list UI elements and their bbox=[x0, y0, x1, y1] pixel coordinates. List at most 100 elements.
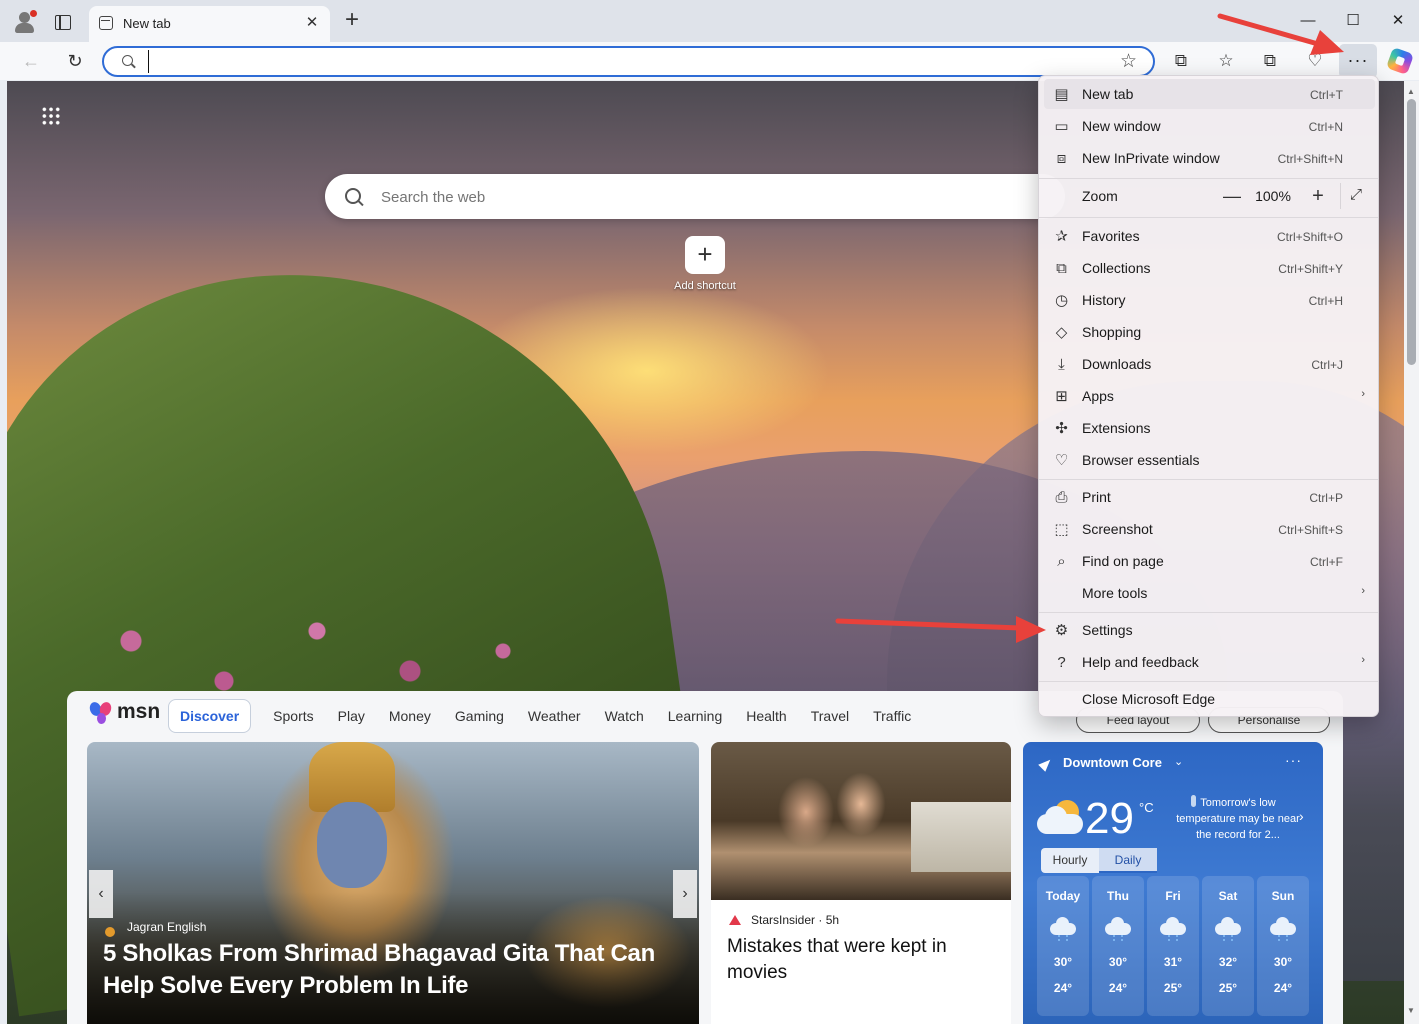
forecast-high: 30° bbox=[1108, 955, 1128, 969]
scroll-thumb[interactable] bbox=[1407, 99, 1416, 365]
refresh-button[interactable]: ↻ bbox=[60, 47, 90, 75]
address-bar[interactable]: ☆ bbox=[102, 46, 1155, 77]
web-search-box[interactable] bbox=[325, 174, 1065, 219]
current-temperature: 29 bbox=[1085, 794, 1134, 843]
menu-item-label: New window bbox=[1082, 118, 1161, 134]
split-screen-icon[interactable]: ⧉ bbox=[1166, 47, 1196, 75]
weather-alert-note[interactable]: Tomorrow's low temperature may be near t… bbox=[1173, 795, 1303, 843]
menu-item-history[interactable]: ◷ History Ctrl+H bbox=[1044, 285, 1375, 315]
print-icon: ⎙ bbox=[1055, 489, 1068, 506]
menu-item-new-window[interactable]: ▭ New window Ctrl+N bbox=[1044, 111, 1375, 141]
submenu-arrow-icon: › bbox=[1361, 654, 1365, 666]
feed-tab-health[interactable]: Health bbox=[746, 702, 786, 730]
add-shortcut-button[interactable]: + bbox=[685, 236, 725, 274]
scroll-down-arrow-icon[interactable]: ▼ bbox=[1407, 1006, 1415, 1015]
news-headline[interactable]: 5 Sholkas From Shrimad Bhagavad Gita Tha… bbox=[103, 938, 663, 1002]
menu-item-extensions[interactable]: ✣ Extensions bbox=[1044, 413, 1375, 443]
forecast-day[interactable]: Sun 30° 24° bbox=[1257, 876, 1309, 1016]
menu-item-close-microsoft-edge[interactable]: Close Microsoft Edge bbox=[1044, 684, 1375, 714]
weather-more-icon[interactable]: ··· bbox=[1285, 752, 1302, 768]
feed-tab-play[interactable]: Play bbox=[338, 702, 365, 730]
feed-tab-weather[interactable]: Weather bbox=[528, 702, 581, 730]
feed-tabs: Discover Sports Play Money Gaming Weathe… bbox=[168, 699, 935, 733]
forecast-day[interactable]: Thu 30° 24° bbox=[1092, 876, 1144, 1016]
collections-icon: ⧉ bbox=[1056, 260, 1067, 277]
new-tab-icon: ▤ bbox=[1054, 86, 1069, 103]
menu-item-new-inprivate-window[interactable]: ⧈ New InPrivate window Ctrl+Shift+N bbox=[1044, 143, 1375, 173]
feed-tab-travel[interactable]: Travel bbox=[811, 702, 849, 730]
carousel-prev-button[interactable]: ‹ bbox=[89, 870, 113, 918]
menu-item-screenshot[interactable]: ⬚ Screenshot Ctrl+Shift+S bbox=[1044, 514, 1375, 544]
zoom-out-button[interactable]: — bbox=[1222, 186, 1242, 207]
main-news-card[interactable]: ‹ › Jagran English 5 Sholkas From Shrima… bbox=[87, 742, 699, 1024]
feed-tab-watch[interactable]: Watch bbox=[605, 702, 644, 730]
weather-card[interactable]: Downtown Core ⌄ ··· 29 °C Tomorrow's low… bbox=[1023, 742, 1323, 1024]
tab-new-tab[interactable]: New tab ✕ bbox=[89, 6, 330, 42]
copilot-icon[interactable] bbox=[1385, 46, 1415, 76]
menu-item-print[interactable]: ⎙ Print Ctrl+P bbox=[1044, 482, 1375, 512]
page-scrollbar[interactable]: ▲ ▼ bbox=[1404, 81, 1419, 1024]
favorites-icon[interactable]: ☆ bbox=[1211, 47, 1241, 75]
feed-tab-discover[interactable]: Discover bbox=[168, 699, 252, 733]
menu-item-apps[interactable]: ⊞ Apps › bbox=[1044, 381, 1375, 411]
toggle-daily[interactable]: Daily bbox=[1099, 848, 1157, 873]
menu-item-shortcut: Ctrl+Shift+N bbox=[1277, 152, 1343, 166]
maximize-button[interactable]: ☐ bbox=[1333, 6, 1373, 36]
news-card[interactable]: StarsInsider · 5h Mistakes that were kep… bbox=[711, 742, 1011, 1024]
toggle-hourly[interactable]: Hourly bbox=[1041, 848, 1099, 873]
weather-location[interactable]: Downtown Core bbox=[1063, 755, 1162, 770]
minimize-button[interactable]: — bbox=[1288, 6, 1328, 36]
address-input[interactable] bbox=[148, 50, 1098, 73]
back-button[interactable]: ← bbox=[16, 47, 46, 75]
window-close-button[interactable]: ✕ bbox=[1378, 6, 1418, 36]
menu-item-browser-essentials[interactable]: ♡ Browser essentials bbox=[1044, 445, 1375, 475]
feed-tab-traffic[interactable]: Traffic bbox=[873, 702, 911, 730]
menu-item-downloads[interactable]: ⤓ Downloads Ctrl+J bbox=[1044, 349, 1375, 379]
forecast-high: 31° bbox=[1163, 955, 1183, 969]
new-tab-button[interactable]: + bbox=[340, 8, 364, 33]
inprivate-icon: ⧈ bbox=[1056, 150, 1067, 167]
fullscreen-icon[interactable]: ⤢ bbox=[1350, 187, 1366, 203]
menu-item-collections[interactable]: ⧉ Collections Ctrl+Shift+Y bbox=[1044, 253, 1375, 283]
web-search-input[interactable] bbox=[381, 185, 981, 209]
forecast-day[interactable]: Sat 32° 25° bbox=[1202, 876, 1254, 1016]
extensions-icon: ✣ bbox=[1055, 420, 1068, 437]
feed-tab-sports[interactable]: Sports bbox=[273, 702, 313, 730]
menu-item-more-tools[interactable]: More tools › bbox=[1044, 578, 1375, 608]
tab-actions-icon[interactable] bbox=[50, 11, 74, 33]
feed-tab-money[interactable]: Money bbox=[389, 702, 431, 730]
chevron-down-icon[interactable]: ⌄ bbox=[1174, 755, 1183, 768]
menu-item-find-on-page[interactable]: ⌕ Find on page Ctrl+F bbox=[1044, 546, 1375, 576]
menu-item-label: Screenshot bbox=[1082, 521, 1153, 537]
chevron-right-icon[interactable]: › bbox=[1299, 808, 1304, 824]
feed-tab-learning[interactable]: Learning bbox=[668, 702, 723, 730]
zoom-in-button[interactable]: + bbox=[1308, 185, 1328, 208]
forecast-day-label: Thu bbox=[1107, 889, 1129, 903]
settings-and-more-menu: ▤ New tab Ctrl+T ▭ New window Ctrl+N ⧈ N… bbox=[1038, 75, 1379, 717]
carousel-next-button[interactable]: › bbox=[673, 870, 697, 918]
menu-item-shopping[interactable]: ◇ Shopping bbox=[1044, 317, 1375, 347]
menu-item-help-and-feedback[interactable]: ? Help and feedback › bbox=[1044, 647, 1375, 677]
menu-item-favorites[interactable]: ✰ Favorites Ctrl+Shift+O bbox=[1044, 221, 1375, 251]
menu-item-label: Favorites bbox=[1082, 228, 1140, 244]
add-favorite-star-icon[interactable]: ☆ bbox=[1120, 51, 1137, 73]
collections-icon[interactable]: ⧉ bbox=[1255, 47, 1285, 75]
favorites-icon: ✰ bbox=[1055, 228, 1068, 245]
forecast-day[interactable]: Fri 31° 25° bbox=[1147, 876, 1199, 1016]
feed-tab-gaming[interactable]: Gaming bbox=[455, 702, 504, 730]
temperature-unit[interactable]: °C bbox=[1139, 800, 1154, 815]
scroll-up-arrow-icon[interactable]: ▲ bbox=[1407, 87, 1415, 96]
tab-close-icon[interactable]: ✕ bbox=[303, 14, 321, 32]
forecast-day[interactable]: Today 30° 24° bbox=[1037, 876, 1089, 1016]
app-launcher-icon[interactable] bbox=[41, 106, 61, 126]
help-icon: ? bbox=[1057, 654, 1066, 671]
browser-essentials-icon[interactable]: ♡ bbox=[1300, 47, 1330, 75]
rain-cloud-icon bbox=[1215, 917, 1241, 941]
menu-item-new-tab[interactable]: ▤ New tab Ctrl+T bbox=[1044, 79, 1375, 109]
menu-item-settings[interactable]: ⚙ Settings bbox=[1044, 615, 1375, 645]
news-headline[interactable]: Mistakes that were kept in movies bbox=[727, 934, 997, 986]
profile-avatar-icon[interactable] bbox=[12, 9, 38, 35]
settings-and-more-button[interactable]: ··· bbox=[1339, 44, 1377, 78]
news-source: StarsInsider · 5h bbox=[751, 913, 840, 927]
menu-item-label: Apps bbox=[1082, 388, 1114, 404]
